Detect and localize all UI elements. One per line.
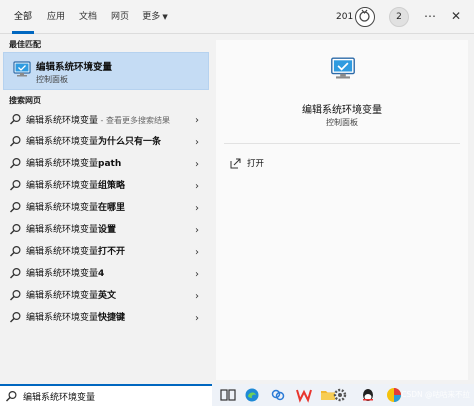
chevron-right-icon[interactable]: › [195, 242, 199, 263]
suggestion-row[interactable]: 编辑系统环境变量打不开 › [3, 242, 209, 263]
suggestion-row[interactable]: 编辑系统环境变量为什么只有一条 › [3, 132, 209, 153]
best-match-subtitle: 控制面板 [36, 75, 68, 84]
tab-all[interactable]: 全部 [8, 0, 38, 34]
search-icon [9, 179, 22, 192]
web-result-row[interactable]: 编辑系统环境变量 - 查看更多搜索结果 › [3, 110, 209, 131]
edge-icon[interactable] [244, 387, 260, 403]
search-icon [9, 289, 22, 302]
suggestion-row[interactable]: 编辑系统环境变量4 › [3, 264, 209, 285]
detail-title: 编辑系统环境变量 [302, 105, 382, 116]
suggestion-prefix: 编辑系统环境变量 [26, 269, 99, 279]
detail-panel: 编辑系统环境变量 控制面板 打开 [216, 40, 468, 380]
search-box[interactable] [0, 384, 212, 406]
search-icon [9, 223, 22, 236]
tab-all-label: 全部 [13, 12, 32, 22]
best-match-heading: 最佳匹配 [9, 40, 41, 49]
suggestion-prefix: 编辑系统环境变量 [26, 313, 99, 323]
web-result-query: 编辑系统环境变量 [26, 116, 99, 126]
search-filter-bar: 全部 应用 文档 网页 更多 ▼ 201 2 ⋯ ✕ [0, 0, 474, 34]
suggestion-row[interactable]: 编辑系统环境变量英文 › [3, 286, 209, 307]
web-result-hint: - 查看更多搜索结果 [98, 116, 170, 125]
qq-icon[interactable] [360, 387, 376, 403]
rewards-medal-icon[interactable] [355, 7, 375, 27]
search-icon [9, 135, 22, 148]
tab-web-label: 网页 [110, 12, 129, 22]
chevron-right-icon[interactable]: › [195, 220, 199, 241]
suggestion-prefix: 编辑系统环境变量 [26, 225, 99, 235]
best-match-title: 编辑系统环境变量 [36, 62, 113, 73]
ellipsis-icon[interactable]: ⋯ [420, 7, 440, 27]
suggestion-suffix: 打不开 [98, 247, 126, 257]
colorful-app-icon[interactable] [386, 387, 402, 403]
watermark: CSDN @咕咕来不拉 [401, 390, 470, 399]
open-icon [230, 158, 241, 172]
rewards-points: 201 [336, 12, 354, 22]
chevron-right-icon[interactable]: › [195, 264, 199, 285]
search-icon [5, 390, 18, 406]
suggestion-row[interactable]: 编辑系统环境变量组策略 › [3, 176, 209, 197]
search-icon [9, 267, 22, 280]
suggestion-suffix: 英文 [98, 291, 117, 301]
suggestion-row[interactable]: 编辑系统环境变量设置 › [3, 220, 209, 241]
chevron-right-icon[interactable]: › [195, 286, 199, 307]
wps-icon[interactable] [296, 387, 312, 403]
chevron-right-icon[interactable]: › [195, 308, 199, 329]
search-icon [9, 201, 22, 214]
suggestion-prefix: 编辑系统环境变量 [26, 203, 99, 213]
suggestion-suffix: 组策略 [98, 181, 126, 191]
suggestion-suffix: 4 [98, 269, 105, 279]
divider [224, 143, 460, 144]
tab-documents-label: 文档 [78, 12, 97, 22]
suggestion-suffix: 设置 [98, 225, 117, 235]
suggestion-suffix: path [98, 159, 122, 169]
tab-apps-label: 应用 [46, 12, 65, 22]
search-icon [9, 157, 22, 170]
tab-apps[interactable]: 应用 [42, 0, 70, 34]
suggestion-suffix: 在哪里 [98, 203, 126, 213]
chevron-right-icon[interactable]: › [195, 176, 199, 197]
user-avatar[interactable]: 2 [389, 7, 409, 27]
best-match-item[interactable]: 编辑系统环境变量 控制面板 [3, 52, 209, 90]
close-icon[interactable]: ✕ [446, 7, 466, 27]
tab-more-label: 更多 [142, 12, 161, 22]
tab-web[interactable]: 网页 [106, 0, 134, 34]
suggestion-suffix: 快捷键 [98, 313, 126, 323]
suggestion-prefix: 编辑系统环境变量 [26, 137, 99, 147]
detail-subtitle: 控制面板 [326, 118, 358, 127]
settings-icon[interactable] [332, 387, 348, 403]
search-icon [9, 113, 22, 126]
search-icon [9, 311, 22, 324]
suggestion-row[interactable]: 编辑系统环境变量path › [3, 154, 209, 175]
avatar-letter: 2 [396, 12, 402, 22]
chevron-right-icon[interactable]: › [195, 198, 199, 219]
open-label: 打开 [247, 159, 265, 169]
suggestion-prefix: 编辑系统环境变量 [26, 291, 99, 301]
monitor-check-icon [329, 54, 357, 85]
suggestion-prefix: 编辑系统环境变量 [26, 181, 99, 191]
suggestion-prefix: 编辑系统环境变量 [26, 247, 99, 257]
photos-icon[interactable] [270, 387, 286, 403]
suggestion-suffix: 为什么只有一条 [98, 137, 162, 147]
suggestion-row[interactable]: 编辑系统环境变量在哪里 › [3, 198, 209, 219]
chevron-right-icon[interactable]: › [195, 154, 199, 175]
tab-more[interactable]: 更多 ▼ [138, 0, 172, 34]
web-search-heading: 搜索网页 [9, 96, 41, 105]
search-icon [9, 245, 22, 258]
chevron-down-icon: ▼ [162, 13, 168, 21]
chevron-right-icon[interactable]: › [195, 132, 199, 153]
task-view-icon[interactable] [220, 387, 236, 403]
suggestion-row[interactable]: 编辑系统环境变量快捷键 › [3, 308, 209, 329]
taskbar: CSDN @咕咕来不拉 [212, 384, 474, 406]
search-input[interactable] [23, 388, 203, 404]
monitor-check-icon [12, 59, 32, 82]
suggestion-prefix: 编辑系统环境变量 [26, 159, 99, 169]
results-panel: 最佳匹配 编辑系统环境变量 控制面板 搜索网页 编辑系统环境变量 - 查看更多搜… [0, 35, 212, 383]
tab-documents[interactable]: 文档 [74, 0, 102, 34]
chevron-right-icon[interactable]: › [195, 110, 199, 131]
